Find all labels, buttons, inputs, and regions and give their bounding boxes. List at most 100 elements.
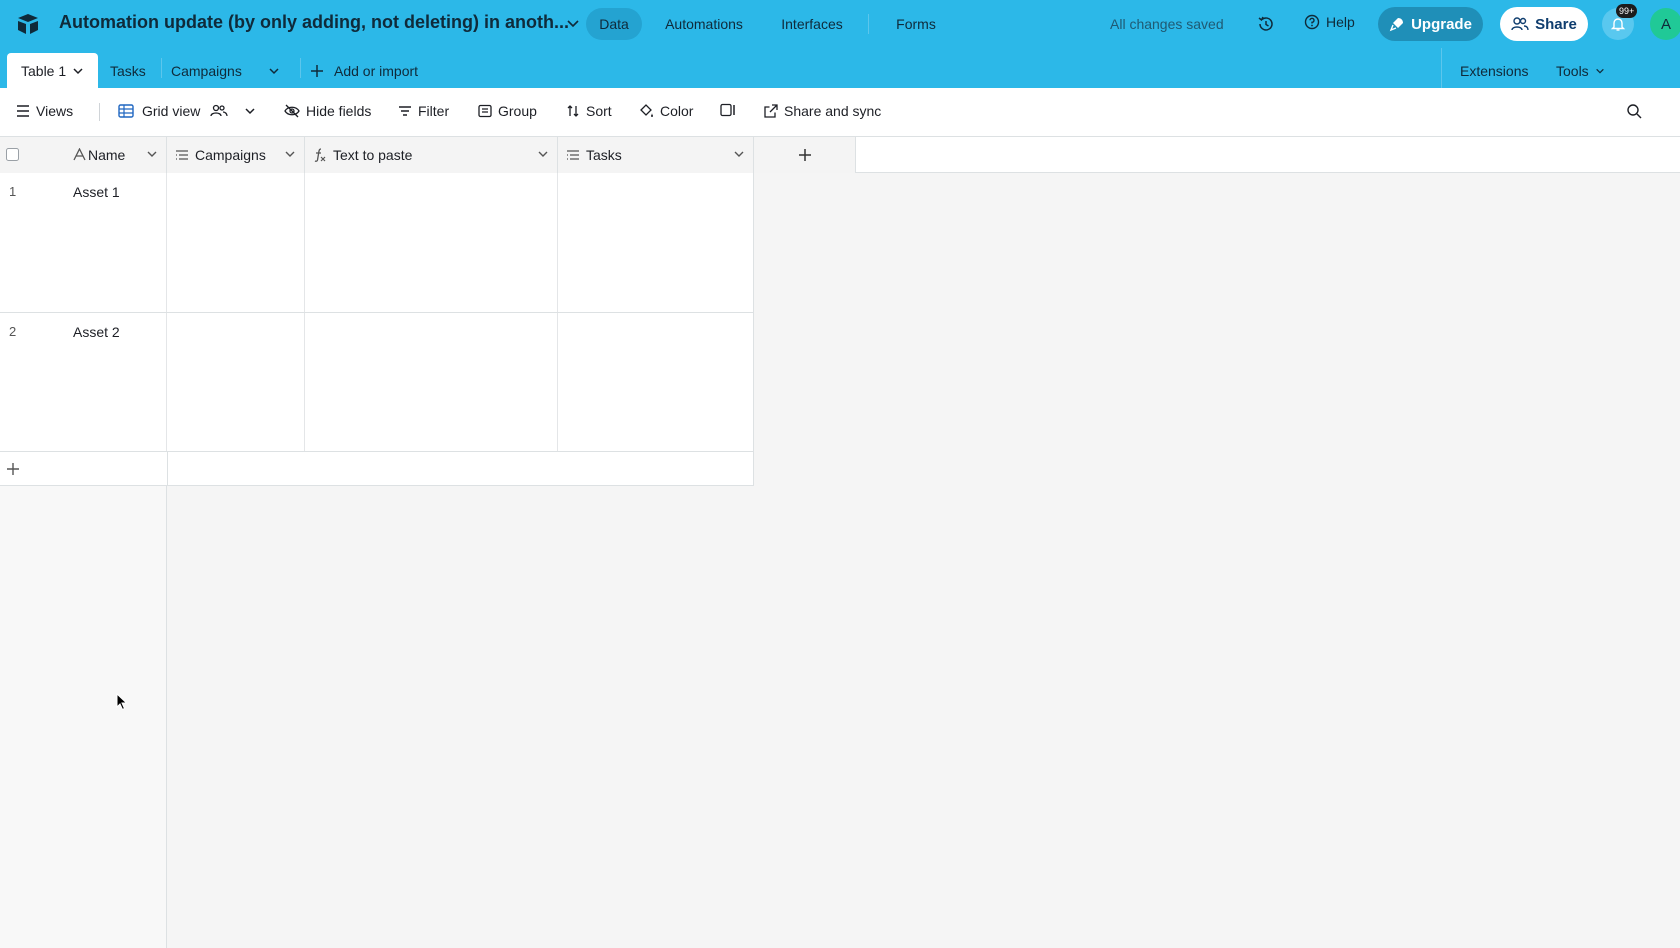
column-label: Campaigns (195, 147, 266, 163)
extensions-button[interactable]: Extensions (1460, 53, 1528, 88)
name-cell[interactable]: 2 Asset 2 (0, 313, 167, 451)
record-name[interactable]: Asset 2 (73, 324, 120, 340)
nav-forms[interactable]: Forms (880, 8, 952, 40)
avatar[interactable]: A (1650, 8, 1680, 40)
tab-table-1[interactable]: Table 1 (7, 53, 99, 88)
rocket-icon (1389, 16, 1405, 32)
column-label: Text to paste (333, 147, 413, 163)
column-header-text-to-paste[interactable]: Text to paste (305, 137, 558, 173)
grid-view-button[interactable]: Grid view (118, 103, 256, 119)
column-divider (753, 452, 754, 486)
tables-bar: Table 1 Tasks Campaigns Add or import Ex… (0, 48, 1680, 88)
tab-divider (161, 58, 162, 78)
text-to-paste-cell[interactable] (305, 313, 558, 451)
share-button[interactable]: Share (1500, 7, 1588, 41)
grid-icon (118, 104, 134, 118)
help-button[interactable]: Help (1304, 14, 1355, 30)
tasks-cell[interactable] (558, 313, 754, 451)
chevron-down-icon[interactable] (284, 148, 296, 160)
select-all-checkbox[interactable] (6, 148, 19, 161)
bell-icon (1610, 16, 1626, 32)
campaigns-cell[interactable] (167, 313, 305, 451)
tab-campaigns[interactable]: Campaigns (171, 53, 242, 88)
sort-button[interactable]: Sort (566, 103, 612, 119)
plus-icon (310, 64, 324, 78)
add-record-row[interactable] (0, 452, 754, 486)
paint-bucket-icon (638, 104, 654, 118)
column-header-campaigns[interactable]: Campaigns (167, 137, 305, 173)
more-tables-chevron-icon[interactable] (268, 53, 280, 88)
upgrade-label: Upgrade (1411, 15, 1472, 33)
group-icon (478, 104, 492, 118)
column-header-name[interactable]: Name (0, 137, 167, 173)
share-and-sync-label: Share and sync (784, 103, 882, 119)
color-label: Color (660, 103, 694, 119)
chevron-down-icon[interactable] (537, 148, 549, 160)
upgrade-button[interactable]: Upgrade (1378, 7, 1483, 41)
nav-interfaces[interactable]: Interfaces (766, 8, 858, 40)
linked-record-icon (566, 149, 580, 161)
share-external-icon (764, 104, 778, 118)
row-number: 1 (9, 184, 17, 199)
row-height-button[interactable] (720, 103, 736, 117)
nav-divider (868, 14, 869, 34)
filter-button[interactable]: Filter (398, 103, 449, 119)
share-and-sync-button[interactable]: Share and sync (764, 103, 881, 119)
text-type-icon (73, 148, 86, 161)
grid-view-label: Grid view (142, 103, 201, 119)
add-field-button[interactable] (754, 137, 856, 173)
plus-icon (798, 148, 812, 162)
chevron-down-icon[interactable] (72, 65, 84, 77)
help-label: Help (1326, 14, 1355, 30)
formula-icon (313, 148, 327, 162)
toolbar-divider (99, 103, 100, 121)
column-header-tasks[interactable]: Tasks (558, 137, 754, 173)
hide-fields-button[interactable]: Hide fields (284, 103, 371, 119)
table-row[interactable]: 1 Asset 1 (0, 173, 754, 313)
name-cell[interactable]: 1 Asset 1 (0, 173, 167, 312)
tools-button[interactable]: Tools (1556, 53, 1605, 88)
views-button[interactable]: Views (16, 103, 73, 119)
collaborative-view-icon (210, 104, 229, 118)
tools-label: Tools (1556, 62, 1589, 79)
campaigns-cell[interactable] (167, 173, 305, 312)
table-row[interactable]: 2 Asset 2 (0, 313, 754, 452)
plus-icon[interactable] (6, 462, 20, 476)
chevron-down-icon[interactable] (146, 148, 158, 160)
row-height-icon (720, 103, 736, 117)
nav-data[interactable]: Data (586, 8, 642, 40)
tables-bar-divider (1441, 48, 1442, 88)
column-label: Name (88, 147, 126, 163)
chevron-down-icon[interactable] (733, 148, 745, 160)
text-to-paste-cell[interactable] (305, 173, 558, 312)
tab-tasks[interactable]: Tasks (110, 53, 146, 88)
tab-label: Table 1 (21, 62, 67, 79)
add-or-import-label: Add or import (334, 62, 419, 79)
base-title[interactable]: Automation update (by only adding, not d… (59, 12, 569, 33)
add-or-import-button[interactable]: Add or import (310, 53, 418, 88)
notification-badge: 99+ (1616, 4, 1638, 18)
chevron-down-icon[interactable] (566, 16, 580, 30)
group-label: Group (498, 103, 537, 119)
sort-label: Sort (586, 103, 612, 119)
search-icon[interactable] (1626, 103, 1642, 119)
column-divider (167, 452, 168, 486)
app-header: Automation update (by only adding, not d… (0, 0, 1680, 48)
mouse-cursor-icon (116, 693, 128, 711)
history-icon[interactable] (1256, 14, 1276, 34)
nav-automations[interactable]: Automations (652, 8, 756, 40)
save-status: All changes saved (1110, 16, 1224, 32)
eye-slash-icon (284, 104, 300, 118)
group-button[interactable]: Group (478, 103, 537, 119)
tasks-cell[interactable] (558, 173, 754, 312)
tab-divider (300, 58, 301, 78)
airtable-logo-icon[interactable] (15, 11, 41, 37)
sort-icon (566, 104, 580, 118)
chevron-down-icon[interactable] (244, 105, 256, 117)
frozen-column-pane (0, 486, 167, 948)
row-number: 2 (9, 324, 17, 339)
color-button[interactable]: Color (638, 103, 693, 119)
users-icon (1511, 16, 1529, 32)
grid-header: Name Campaigns Text to paste Tasks (0, 137, 1680, 173)
record-name[interactable]: Asset 1 (73, 184, 120, 200)
